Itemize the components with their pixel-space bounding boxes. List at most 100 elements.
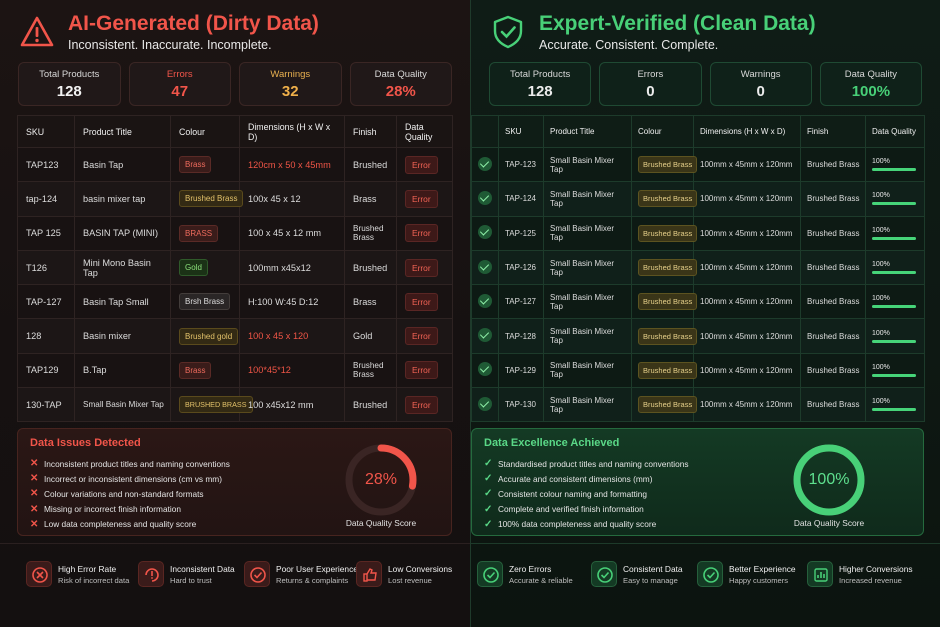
title-cell: Small Basin Mixer Tap bbox=[74, 387, 171, 423]
list-item: ✓ Standardised product titles and naming … bbox=[484, 456, 689, 471]
col-product-title: Product Title bbox=[543, 115, 632, 148]
dq-bar bbox=[872, 271, 916, 275]
sku-cell: TAP-129 bbox=[498, 352, 544, 389]
colour-cell: BRUSHED BRASS bbox=[170, 387, 253, 423]
finish-cell: Brushed Brass bbox=[800, 387, 866, 423]
error-badge: Error bbox=[405, 189, 438, 208]
stat-value: 128 bbox=[56, 83, 82, 100]
footer-title: High Error Rate bbox=[58, 564, 117, 574]
dq-bar-fill bbox=[872, 373, 916, 377]
colour-chip: Brushed Brass bbox=[638, 259, 698, 277]
status-cell bbox=[471, 215, 499, 251]
x-mark-icon: ✕ bbox=[30, 488, 39, 500]
sku-cell: TAP-123 bbox=[498, 146, 544, 183]
dq-bar bbox=[872, 408, 916, 412]
dq-percent: 100% bbox=[872, 329, 890, 337]
footer-title: Higher Conversions bbox=[839, 564, 913, 574]
finish-cell: Gold bbox=[344, 318, 397, 354]
table-row[interactable]: TAP-126 Small Basin Mixer Tap Brushed Br… bbox=[471, 249, 925, 286]
clean-title: Expert-Verified (Clean Data) bbox=[539, 12, 816, 35]
finish-cell: Brass bbox=[344, 181, 397, 217]
table-row[interactable]: TAP-127 Small Basin Mixer Tap Brushed Br… bbox=[471, 284, 925, 320]
table-row[interactable]: TAP-129 Small Basin Mixer Tap Brushed Br… bbox=[471, 352, 925, 389]
dims-cell: 100mm x 45mm x 120mm bbox=[693, 215, 801, 251]
col-finish: Finish bbox=[344, 115, 397, 148]
dq-bar bbox=[872, 202, 916, 206]
table-row[interactable]: tap-124 basin mixer tap Brushed Brass 10… bbox=[17, 181, 453, 217]
table-row[interactable]: TAP-125 Small Basin Mixer Tap Brushed Br… bbox=[471, 215, 925, 251]
dims-cell: 120cm x 50 x 45mm bbox=[239, 146, 345, 183]
refresh-alert-icon bbox=[138, 561, 164, 587]
clean-products-table: SKU Product Title Colour Dimensions (H x… bbox=[471, 115, 925, 423]
colour-cell: Brushed Brass bbox=[631, 249, 698, 286]
table-row[interactable]: TAP-130 Small Basin Mixer Tap Brushed Br… bbox=[471, 387, 925, 423]
colour-cell: Brushed Brass bbox=[631, 181, 698, 217]
footer-sub: Returns & complaints bbox=[276, 576, 349, 585]
dims-cell: 100mm x 45mm x 120mm bbox=[693, 181, 801, 217]
colour-cell: Brushed Brass bbox=[631, 215, 698, 251]
col-finish: Finish bbox=[800, 115, 866, 148]
sku-cell: 128 bbox=[17, 318, 75, 354]
check-circle-icon bbox=[697, 561, 723, 587]
dq-cell: 100% bbox=[865, 215, 925, 251]
title-cell: Basin Tap bbox=[74, 146, 171, 183]
finish-cell: Brushed Brass bbox=[344, 215, 397, 251]
stat-data-quality: Data Quality 28% bbox=[349, 62, 452, 106]
excellence-text: Complete and verified finish information bbox=[498, 504, 644, 515]
title-cell: Small Basin Mixer Tap bbox=[543, 387, 632, 423]
dq-cell: Error bbox=[396, 387, 453, 423]
check-mark-icon: ✓ bbox=[484, 518, 493, 530]
table-row[interactable]: 128 Basin mixer Brushed gold 100 x 45 x … bbox=[17, 318, 453, 354]
title-cell: Small Basin Mixer Tap bbox=[543, 352, 632, 389]
table-row[interactable]: TAP129 B.Tap Brass 100*45*12 Brushed Bra… bbox=[17, 352, 453, 389]
table-row[interactable]: T126 Mini Mono Basin Tap Gold 100mm x45x… bbox=[17, 249, 453, 286]
dq-cell: Error bbox=[396, 215, 453, 251]
colour-cell: Brushed Brass bbox=[631, 352, 698, 389]
issue-text: Missing or incorrect finish information bbox=[44, 504, 181, 515]
dq-cell: 100% bbox=[865, 318, 925, 354]
dq-percent: 100% bbox=[872, 192, 890, 200]
dq-percent: 100% bbox=[872, 295, 890, 303]
dirty-products-table: SKU Product Title Colour Dimensions (H x… bbox=[17, 115, 453, 423]
check-circle-icon bbox=[591, 561, 617, 587]
title-cell: Small Basin Mixer Tap bbox=[543, 284, 632, 320]
sku-cell: TAP-127 bbox=[498, 284, 544, 320]
finish-cell: Brushed bbox=[344, 146, 397, 183]
clean-header: Expert-Verified (Clean Data) Accurate. C… bbox=[489, 10, 930, 58]
colour-cell: Brass bbox=[170, 352, 240, 389]
dims-cell: 100mm x 45mm x 120mm bbox=[693, 387, 801, 423]
chart-up-icon bbox=[807, 561, 833, 587]
table-row[interactable]: TAP-123 Small Basin Mixer Tap Brushed Br… bbox=[471, 146, 925, 183]
table-row[interactable]: TAP-128 Small Basin Mixer Tap Brushed Br… bbox=[471, 318, 925, 354]
col-status bbox=[471, 115, 499, 148]
list-item: ✓ Consistent colour naming and formatting bbox=[484, 486, 689, 501]
data-excellence-box: Data Excellence Achieved ✓ Standardised p… bbox=[471, 428, 924, 536]
table-row[interactable]: TAP123 Basin Tap Brass 120cm x 50 x 45mm… bbox=[17, 146, 453, 183]
dq-cell: Error bbox=[396, 352, 453, 389]
table-row[interactable]: 130-TAP Small Basin Mixer Tap BRUSHED BR… bbox=[17, 387, 453, 423]
col-sku: SKU bbox=[498, 115, 544, 148]
error-badge: Error bbox=[405, 292, 438, 311]
stat-value: 28% bbox=[385, 83, 416, 100]
dirty-subtitle: Inconsistent. Inaccurate. Incomplete. bbox=[68, 38, 272, 52]
thumbs-down-icon bbox=[356, 561, 382, 587]
table-row[interactable]: TAP 125 BASIN TAP (MINI) BRASS 100 x 45 … bbox=[17, 215, 453, 251]
table-row[interactable]: TAP-124 Small Basin Mixer Tap Brushed Br… bbox=[471, 181, 925, 217]
dq-percent: 100% bbox=[872, 226, 890, 234]
sku-cell: TAP-125 bbox=[498, 215, 544, 251]
dq-bar-fill bbox=[872, 408, 916, 412]
dq-bar-fill bbox=[872, 271, 916, 275]
stat-label: Data Quality bbox=[844, 69, 898, 80]
sku-cell: TAP-124 bbox=[498, 181, 544, 217]
table-row[interactable]: TAP-127 Basin Tap Small Brsh Brass H:100… bbox=[17, 284, 453, 320]
sku-cell: TAP-127 bbox=[17, 284, 75, 320]
col-product-title: Product Title bbox=[74, 115, 171, 148]
sku-cell: TAP-126 bbox=[498, 249, 544, 286]
gauge-label: Data Quality Score bbox=[793, 518, 865, 528]
dq-percent: 100% bbox=[872, 158, 890, 166]
footer-title: Better Experience bbox=[729, 564, 796, 574]
list-item: ✓ 100% data completeness and quality scor… bbox=[484, 517, 689, 532]
finish-cell: Brushed Brass bbox=[800, 146, 866, 183]
stat-errors: Errors 47 bbox=[128, 62, 231, 106]
colour-chip: BRUSHED BRASS bbox=[179, 396, 253, 414]
